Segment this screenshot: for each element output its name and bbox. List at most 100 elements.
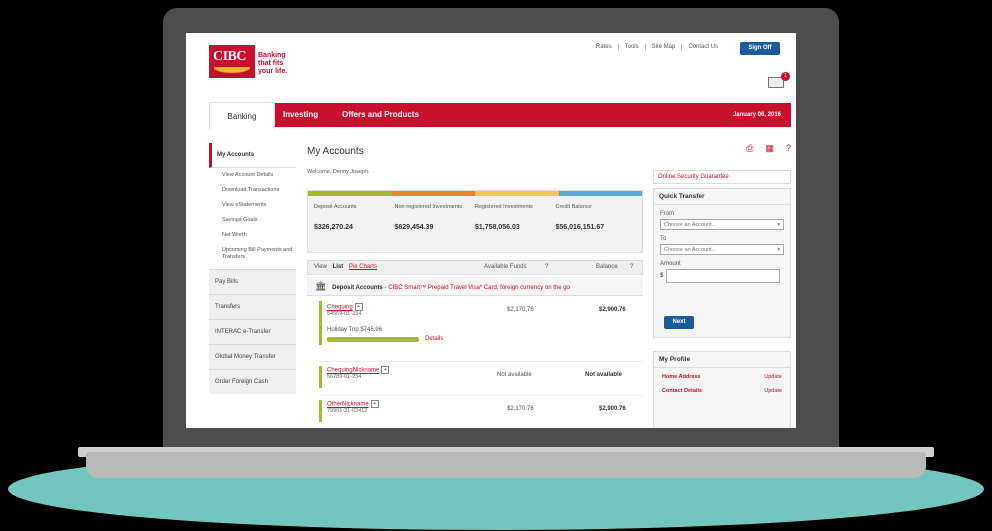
cibc-logo[interactable]: CIBC <box>209 45 255 78</box>
col-available-funds[interactable]: Available Funds <box>484 261 527 274</box>
help-icon[interactable]: ? <box>545 261 548 274</box>
export-icon[interactable]: ▦ <box>765 143 774 154</box>
currency-symbol: $ <box>660 273 664 279</box>
profile-home-address[interactable]: Home Address <box>662 374 701 380</box>
expand-icon[interactable]: + <box>354 303 363 311</box>
tagline: Banking that fits your life. <box>258 52 288 75</box>
laptop-screen: CIBC Banking that fits your life. Rates … <box>186 33 796 428</box>
available-funds: $2,170.76 <box>507 307 534 313</box>
summary-label: Deposit Accounts <box>314 204 357 210</box>
summary-value: $629,454.39 <box>394 224 434 231</box>
current-date: January 06, 2016 <box>732 112 781 118</box>
summary-label: Registered Investments <box>475 204 533 210</box>
to-account-select[interactable]: Choose an Account... <box>660 244 784 256</box>
utility-icons: ⎙ ▦ ? <box>746 143 791 154</box>
update-link[interactable]: Update <box>764 388 782 394</box>
account-color-bar <box>319 301 322 345</box>
deposit-accounts-title: Deposit Accounts <box>332 285 383 291</box>
summary-registered[interactable]: Registered Investments $1,758,056.03 <box>475 204 556 231</box>
sidebar-sub-download-transactions[interactable]: Download Transactions <box>209 183 296 198</box>
amount-label: Amount <box>660 261 681 267</box>
sidebar-item-global-money-transfer[interactable]: Global Money Transfer <box>209 344 296 369</box>
tab-offers-and-products[interactable]: Offers and Products <box>342 103 419 127</box>
view-label: View <box>314 264 327 270</box>
print-icon[interactable]: ⎙ <box>746 143 753 154</box>
welcome-message: Welcome, Denny Joseph. <box>307 169 370 175</box>
account-name-link[interactable]: Chequing <box>327 305 353 311</box>
from-account-select[interactable]: Choose an Account... <box>660 219 784 231</box>
main-content: My Accounts Welcome, Denny Joseph. Depos… <box>307 143 643 422</box>
account-row: Chequing + 54569-01-234 Holiday Trip $746… <box>319 301 643 349</box>
help-icon[interactable]: ? <box>630 261 633 274</box>
next-button[interactable]: Next <box>664 316 694 329</box>
summary-bar-nonregistered <box>391 191 475 196</box>
savings-goal-progress <box>327 336 419 342</box>
top-link-contact[interactable]: Contact Us <box>681 44 724 50</box>
sidebar-item-transfers[interactable]: Transfers <box>209 294 296 319</box>
account-name-link[interactable]: ChequingNickname <box>327 368 379 374</box>
amount-input[interactable] <box>666 269 781 283</box>
sidebar: My Accounts View Account Details Downloa… <box>209 143 296 394</box>
sidebar-sub-view-estatements[interactable]: View eStatements <box>209 198 296 213</box>
mail-count-badge: 1 <box>781 72 790 81</box>
view-pie-charts-link[interactable]: Pie Charts <box>349 264 377 270</box>
profile-contact-details[interactable]: Contact Details <box>662 388 702 394</box>
deposit-accounts-header: 🏛 Deposit Accounts - CIBC Smart™ Prepaid… <box>307 277 643 296</box>
online-security-guarantee-link[interactable]: Online Security Guarantee <box>653 170 791 184</box>
summary-nonregistered[interactable]: Non-registered Investments $629,454.39 <box>395 204 476 231</box>
my-profile-title: My Profile <box>654 352 790 368</box>
view-list-toggle[interactable]: List <box>333 264 344 270</box>
balance: $2,900.76 <box>599 406 626 412</box>
details-link[interactable]: Details <box>425 336 443 342</box>
summary-color-bars <box>308 191 642 196</box>
bank-building-icon: 🏛 <box>315 281 327 291</box>
account-color-bar <box>319 400 322 422</box>
profile-row: Home Address Update <box>654 368 790 382</box>
summary-bar-credit <box>558 191 642 196</box>
account-number: 56789-01-234 <box>327 374 362 380</box>
view-toolbar: View List Pie Charts Available Funds ? B… <box>307 260 643 275</box>
top-link-site-map[interactable]: Site Map <box>644 44 682 50</box>
sidebar-item-pay-bills[interactable]: Pay Bills <box>209 269 296 294</box>
quick-transfer-title: Quick Transfer <box>654 189 790 205</box>
tab-investing[interactable]: Investing <box>283 103 318 127</box>
sidebar-item-interac-e-transfer[interactable]: INTERAC e-Transfer <box>209 319 296 344</box>
sidebar-item-order-foreign-cash[interactable]: Order Foreign Cash <box>209 369 296 394</box>
sidebar-item-my-accounts[interactable]: My Accounts <box>209 143 296 168</box>
sidebar-sub-upcoming-bill-payments[interactable]: Upcoming Bill Payments and Transfers <box>209 243 296 269</box>
summary-value: $326,270.24 <box>314 224 353 231</box>
laptop-base <box>86 452 926 478</box>
summary-label: Non-registered Investments <box>394 204 463 210</box>
tab-banking[interactable]: Banking <box>209 102 275 129</box>
from-label: From <box>660 211 674 217</box>
sidebar-sub-savings-goals[interactable]: Savings Goals <box>209 213 296 228</box>
to-label: To <box>660 236 667 242</box>
help-icon[interactable]: ? <box>786 143 791 154</box>
savings-goal-label: Holiday Trip $746.96 <box>327 327 383 333</box>
summary-value: $1,758,056.03 <box>475 224 520 231</box>
available-funds: Not available <box>497 372 532 378</box>
summary-credit[interactable]: Credit Balance $56,016,151.67 <box>556 204 637 231</box>
quick-transfer-panel: Quick Transfer From Choose an Account...… <box>653 188 791 338</box>
sidebar-sub-net-worth[interactable]: Net Worth <box>209 228 296 243</box>
summary-bar-deposit <box>308 191 392 196</box>
top-link-rates[interactable]: Rates <box>590 44 618 50</box>
summary-value: $56,016,151.67 <box>555 224 605 231</box>
deposit-promo-link[interactable]: - CIBC Smart™ Prepaid Travel Visa* Card,… <box>385 285 570 291</box>
account-name-link[interactable]: OtherNickname <box>327 402 369 408</box>
sign-off-button[interactable]: Sign Off <box>740 42 780 55</box>
expand-icon[interactable]: + <box>381 366 390 374</box>
top-link-tools[interactable]: Tools <box>617 44 645 50</box>
sidebar-sub-view-account-details[interactable]: View Account Details <box>209 168 296 183</box>
update-link[interactable]: Update <box>764 374 782 380</box>
expand-icon[interactable]: + <box>370 400 379 408</box>
main-nav: Banking Investing Offers and Products Ja… <box>209 102 791 129</box>
profile-row: Contact Details Update <box>654 382 790 396</box>
account-number: 79901-31-03412 <box>327 408 368 414</box>
summary-deposit[interactable]: Deposit Accounts $326,270.24 <box>314 204 395 231</box>
top-links: Rates Tools Site Map Contact Us <box>590 44 724 50</box>
account-color-bar <box>319 366 322 388</box>
account-summary: Deposit Accounts $326,270.24 Non-registe… <box>307 190 643 253</box>
col-balance[interactable]: Balance <box>596 261 618 274</box>
my-profile-panel: My Profile Home Address Update Contact D… <box>653 351 791 428</box>
